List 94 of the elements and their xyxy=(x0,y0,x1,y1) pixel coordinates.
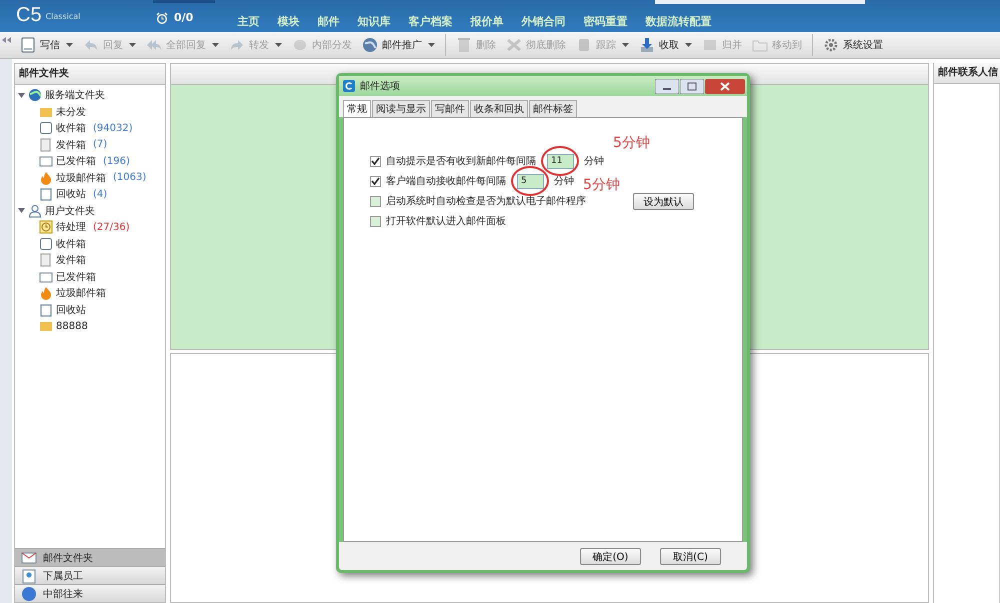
annotation-text: 5分钟 xyxy=(613,134,650,152)
checkbox[interactable] xyxy=(370,176,381,186)
nav-link[interactable]: 报价单 xyxy=(470,14,504,29)
tree-item[interactable]: 服务端文件夹 xyxy=(15,87,165,104)
user-icon xyxy=(28,204,42,218)
maximize-icon xyxy=(680,78,704,94)
tab[interactable]: 常规 xyxy=(343,100,371,117)
clock-icon xyxy=(39,220,53,234)
checkbox[interactable] xyxy=(370,216,381,226)
nav-link[interactable]: 数据流转配置 xyxy=(645,14,712,29)
option-label: 打开软件默认进入邮件面板 xyxy=(386,214,506,228)
nav-link[interactable]: 邮件 xyxy=(317,14,340,29)
checkbox[interactable] xyxy=(370,196,381,206)
annotation-text: 5分钟 xyxy=(583,176,620,194)
title-bar xyxy=(153,0,215,3)
nav-link[interactable]: 外销合同 xyxy=(521,14,566,29)
nav-link[interactable]: 知识库 xyxy=(357,14,390,29)
download-icon xyxy=(639,37,655,53)
panel-header: 邮件文件夹 xyxy=(15,64,165,85)
tree-item[interactable]: 收件箱 (94032) xyxy=(15,120,165,136)
nav-link[interactable]: 主页 xyxy=(237,14,260,29)
panel-header: 邮件联系人信 xyxy=(934,63,1000,84)
option-label: 启动系统时自动检查是否为默认电子邮件程序 xyxy=(386,194,586,208)
tree-item[interactable]: 回收站 xyxy=(15,302,165,318)
tree-item[interactable]: 已发件箱 xyxy=(15,268,165,285)
unit-label: 分钟 xyxy=(584,154,604,168)
collapse-icon xyxy=(2,37,10,43)
check-icon xyxy=(371,177,380,185)
toolbar-button[interactable]: 收取 xyxy=(639,37,692,53)
tree-item[interactable]: 未分发 xyxy=(15,104,165,120)
tree-item[interactable]: 待处理 (27/36) xyxy=(15,219,165,236)
alarm-clock-icon xyxy=(156,12,168,24)
unread-count: (1063) xyxy=(113,172,146,184)
expand-arrow-icon xyxy=(18,207,25,214)
app-icon xyxy=(343,80,355,92)
forward-arrow-icon xyxy=(229,37,245,53)
expand-arrow-icon xyxy=(18,92,25,99)
badge-icon xyxy=(21,568,37,584)
search-field[interactable] xyxy=(655,0,865,4)
tree-item[interactable]: 已发件箱 (196) xyxy=(15,153,165,170)
tree-item[interactable]: 发件箱 (7) xyxy=(15,136,165,153)
dialog-button[interactable]: 取消(C) xyxy=(660,548,721,564)
tab[interactable]: 收条和回执 xyxy=(470,100,528,117)
nav-link[interactable]: 模块 xyxy=(277,14,300,29)
logo: C5 xyxy=(16,4,42,26)
checkbox[interactable] xyxy=(370,156,381,166)
unread-count: (94032) xyxy=(93,122,133,134)
number-field[interactable]: 5 xyxy=(517,174,544,188)
tree-item[interactable]: 垃圾邮件箱 xyxy=(15,285,165,302)
unit-label: 分钟 xyxy=(554,174,574,188)
settings-icon xyxy=(823,37,839,53)
option-label: 客户端自动接收邮件每间隔 xyxy=(386,174,506,188)
toolbar-button[interactable]: 系统设置 xyxy=(823,37,883,53)
nav-tab[interactable]: 下属员工 xyxy=(15,566,165,584)
tab[interactable]: 阅读与显示 xyxy=(372,100,430,117)
alarm-count: 0/0 xyxy=(174,11,194,24)
tree-item[interactable]: 回收站 (4) xyxy=(15,186,165,202)
check-icon xyxy=(371,157,380,165)
annotation-circle xyxy=(511,166,549,196)
trash-can-icon xyxy=(456,37,472,53)
bubble-icon xyxy=(292,37,308,53)
nav-link[interactable]: 客户档案 xyxy=(408,14,452,29)
unread-count: (27/36) xyxy=(93,222,130,233)
dialog-button[interactable]: 确定(O) xyxy=(580,548,641,564)
nav-link[interactable]: 密码重置 xyxy=(583,14,628,29)
tree-item[interactable]: 用户文件夹 xyxy=(15,202,165,219)
cross-icon xyxy=(506,37,522,53)
globe-icon xyxy=(362,37,378,53)
tree-item[interactable]: 垃圾邮件箱 (1063) xyxy=(15,170,165,186)
globe-icon xyxy=(28,88,42,102)
nav-tab[interactable]: 邮件文件夹 xyxy=(15,548,165,566)
logo-subtitle: Classical xyxy=(46,12,80,21)
set-default-button[interactable]: 设为默认 xyxy=(633,192,694,210)
flame-icon xyxy=(39,286,53,300)
tree-item[interactable]: 88888 xyxy=(15,318,165,334)
unread-count: (7) xyxy=(93,139,108,150)
flame-icon xyxy=(39,170,53,185)
dialog-title: 邮件选项 xyxy=(360,80,400,93)
document-icon xyxy=(39,138,53,152)
document-icon xyxy=(39,253,53,268)
tree-item[interactable]: 收件箱 xyxy=(15,236,165,252)
tab[interactable]: 邮件标签 xyxy=(529,100,577,117)
number-field[interactable]: 11 xyxy=(547,154,574,168)
notepad-icon xyxy=(20,37,36,53)
unread-count: (4) xyxy=(93,188,108,200)
toolbar-button[interactable]: 邮件推广 xyxy=(362,37,435,53)
minimize-icon xyxy=(655,78,679,94)
toolbar-button[interactable]: 写信 xyxy=(20,37,73,53)
unread-count: (196) xyxy=(103,156,130,167)
close-icon xyxy=(705,78,745,94)
option-label: 自动提示是否有收到新邮件每间隔 xyxy=(386,154,536,168)
nav-tab[interactable]: 中部往来 xyxy=(15,584,165,602)
tab[interactable]: 写邮件 xyxy=(431,100,469,117)
tree-item[interactable]: 发件箱 xyxy=(15,252,165,268)
